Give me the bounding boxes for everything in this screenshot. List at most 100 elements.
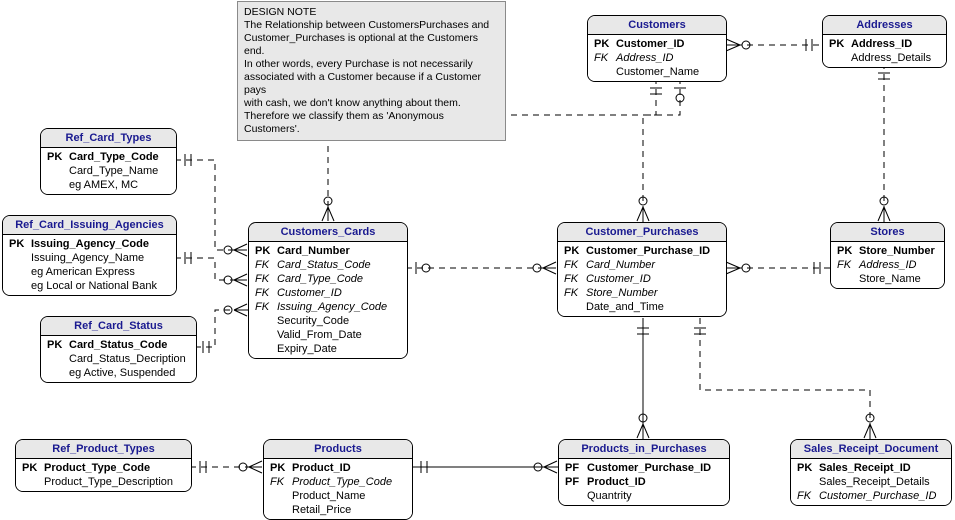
entity-body: PKAddress_ID Address_Details (823, 35, 946, 67)
key-type: PK (255, 244, 277, 258)
entity-title: Ref_Product_Types (16, 440, 191, 459)
key-type: PK (9, 237, 31, 251)
field: eg American Express (31, 265, 135, 279)
field: Card_Status_Decription (69, 352, 186, 366)
entity-customers-cards: Customers_Cards PKCard_Number FKCard_Sta… (248, 222, 408, 359)
note-line: In other words, every Purchase is not ne… (244, 58, 473, 70)
note-line: The Relationship between CustomersPurcha… (244, 19, 489, 31)
field: Sales_Receipt_ID (819, 461, 911, 475)
entity-title: Customers_Cards (249, 223, 407, 242)
entity-body: PKSales_Receipt_ID Sales_Receipt_Details… (791, 459, 951, 505)
field: Security_Code (277, 314, 349, 328)
key-type: FK (564, 258, 586, 272)
field: Quantrity (587, 489, 632, 503)
field: Date_and_Time (586, 300, 664, 314)
entity-ref-card-types: Ref_Card_Types PKCard_Type_Code Card_Typ… (40, 128, 177, 195)
key-type: FK (564, 272, 586, 286)
field: Card_Number (586, 258, 655, 272)
field: Store_Number (859, 244, 935, 258)
field: Retail_Price (292, 503, 351, 517)
field: Product_Type_Description (44, 475, 173, 489)
entity-title: Products_in_Purchases (559, 440, 729, 459)
key-type: PK (797, 461, 819, 475)
field: Customer_Purchase_ID (586, 244, 710, 258)
entity-ref-card-issuing-agencies: Ref_Card_Issuing_Agencies PKIssuing_Agen… (2, 215, 177, 296)
field: Card_Type_Code (277, 272, 363, 286)
key-type: FK (255, 286, 277, 300)
key-type: PK (594, 37, 616, 51)
field: Customer_ID (616, 37, 684, 51)
note-title: DESIGN NOTE (244, 6, 316, 18)
field: Valid_From_Date (277, 328, 362, 342)
key-type: FK (255, 300, 277, 314)
field: eg Local or National Bank (31, 279, 157, 293)
field: Customer_ID (586, 272, 651, 286)
key-type: PF (565, 461, 587, 475)
field: Address_ID (851, 37, 912, 51)
key-type: FK (837, 258, 859, 272)
entity-title: Ref_Card_Types (41, 129, 176, 148)
key-type: PF (565, 475, 587, 489)
field: Customer_ID (277, 286, 342, 300)
entity-title: Sales_Receipt_Document (791, 440, 951, 459)
entity-body: PKCustomer_Purchase_ID FKCard_Number FKC… (558, 242, 726, 316)
entity-title: Products (264, 440, 412, 459)
entity-body: PKCard_Number FKCard_Status_Code FKCard_… (249, 242, 407, 358)
field: Customer_Name (616, 65, 699, 79)
field: Sales_Receipt_Details (819, 475, 930, 489)
entity-products: Products PKProduct_ID FKProduct_Type_Cod… (263, 439, 413, 520)
entity-body: PKCard_Type_Code Card_Type_Name eg AMEX,… (41, 148, 176, 194)
field: Issuing_Agency_Code (31, 237, 149, 251)
entity-body: PKStore_Number FKAddress_ID Store_Name (831, 242, 944, 288)
entity-title: Customer_Purchases (558, 223, 726, 242)
field: eg Active, Suspended (69, 366, 175, 380)
field: Product_ID (292, 461, 351, 475)
entity-sales-receipt-document: Sales_Receipt_Document PKSales_Receipt_I… (790, 439, 952, 506)
key-type: FK (255, 272, 277, 286)
key-type: FK (797, 489, 819, 503)
entity-title: Stores (831, 223, 944, 242)
field: Card_Type_Code (69, 150, 159, 164)
field: Product_Name (292, 489, 365, 503)
key-type: PK (270, 461, 292, 475)
note-line: Therefore we classify them as 'Anonymous… (244, 110, 444, 135)
field: Customer_Purchase_ID (819, 489, 936, 503)
entity-title: Customers (588, 16, 726, 35)
field: Store_Name (859, 272, 921, 286)
key-type: PK (564, 244, 586, 258)
key-type: PK (837, 244, 859, 258)
key-type: FK (564, 286, 586, 300)
field: Card_Type_Name (69, 164, 158, 178)
field: Address_ID (616, 51, 673, 65)
key-type: FK (255, 258, 277, 272)
field: eg AMEX, MC (69, 178, 138, 192)
entity-title: Ref_Card_Issuing_Agencies (3, 216, 176, 235)
field: Issuing_Agency_Name (31, 251, 144, 265)
key-type: PK (22, 461, 44, 475)
entity-title: Addresses (823, 16, 946, 35)
field: Issuing_Agency_Code (277, 300, 387, 314)
entity-body: PKCustomer_ID FKAddress_ID Customer_Name (588, 35, 726, 81)
key-type: PK (47, 150, 69, 164)
note-line: Customer_Purchases is optional at the Cu… (244, 32, 478, 57)
field: Customer_Purchase_ID (587, 461, 711, 475)
field: Product_ID (587, 475, 646, 489)
entity-customers: Customers PKCustomer_ID FKAddress_ID Cus… (587, 15, 727, 82)
note-line: with cash, we don't know anything about … (244, 97, 461, 109)
entity-body: PKIssuing_Agency_Code Issuing_Agency_Nam… (3, 235, 176, 295)
entity-body: PFCustomer_Purchase_ID PFProduct_ID Quan… (559, 459, 729, 505)
field: Card_Status_Code (277, 258, 371, 272)
field: Expiry_Date (277, 342, 337, 356)
key-type: PK (829, 37, 851, 51)
field: Card_Status_Code (69, 338, 167, 352)
entity-stores: Stores PKStore_Number FKAddress_ID Store… (830, 222, 945, 289)
entity-customer-purchases: Customer_Purchases PKCustomer_Purchase_I… (557, 222, 727, 317)
entity-title: Ref_Card_Status (41, 317, 196, 336)
entity-ref-card-status: Ref_Card_Status PKCard_Status_Code Card_… (40, 316, 197, 383)
entity-body: PKProduct_ID FKProduct_Type_Code Product… (264, 459, 412, 519)
field: Product_Type_Code (44, 461, 150, 475)
design-note: DESIGN NOTE The Relationship between Cus… (237, 1, 506, 141)
note-line: associated with a Customer because if a … (244, 71, 481, 96)
key-type: FK (270, 475, 292, 489)
field: Address_ID (859, 258, 916, 272)
